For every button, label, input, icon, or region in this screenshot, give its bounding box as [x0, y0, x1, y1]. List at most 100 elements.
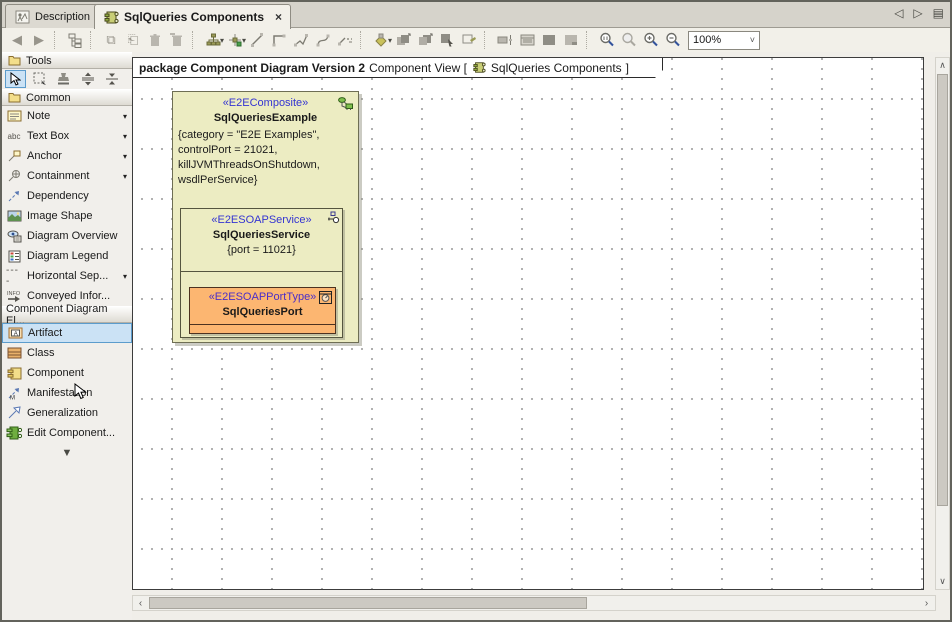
to-back-icon[interactable] [414, 30, 436, 50]
horizontal-scroll-thumb[interactable] [149, 597, 587, 609]
palette-item-artifact[interactable]: A Artifact [2, 323, 132, 343]
svg-text:A: A [13, 331, 17, 337]
porttype-element[interactable]: «E2ESOAPPortType» SqlQueriesPort [189, 287, 336, 334]
vertical-scrollbar[interactable]: ∧ ∨ [935, 57, 950, 590]
reset-style-icon[interactable] [458, 30, 480, 50]
folder-icon [6, 90, 22, 106]
zoom-level-select[interactable]: 100% ˅ [688, 31, 760, 50]
copy-icon[interactable]: ⧉ [100, 30, 122, 50]
porttype-icon [319, 291, 332, 304]
palette-item-containment[interactable]: Containment ▾ [2, 166, 132, 186]
tab-label: SqlQueries Components [124, 10, 264, 24]
marquee-select-tool[interactable] [29, 70, 50, 88]
oblique-path-icon[interactable] [246, 30, 268, 50]
back-icon[interactable]: ◀ [6, 30, 28, 50]
to-front-icon[interactable] [392, 30, 414, 50]
bent-path-icon[interactable] [290, 30, 312, 50]
zoom-out-icon[interactable] [662, 30, 684, 50]
fill-color-icon[interactable] [538, 30, 560, 50]
horizontal-scrollbar[interactable]: ‹ › [132, 595, 936, 611]
palette-item-text-box[interactable]: abc Text Box ▾ [2, 126, 132, 146]
dependency-icon [6, 188, 22, 204]
fill-color-2-icon[interactable] [560, 30, 582, 50]
zoom-in-icon[interactable] [640, 30, 662, 50]
autosize-icon[interactable] [494, 30, 516, 50]
custom-path-icon[interactable] [334, 30, 356, 50]
diagram-canvas[interactable]: package Component Diagram Version 2 Comp… [132, 57, 924, 590]
palette-item-diagram-legend[interactable]: Diagram Legend [2, 246, 132, 266]
dropdown-arrow-icon[interactable]: ▾ [123, 152, 127, 161]
diagram-tab-bar: Description SqlQueries Components × ◁ ▷ … [2, 2, 950, 28]
dropdown-arrow-icon[interactable]: ▾ [123, 112, 127, 121]
scroll-left-icon[interactable]: ‹ [133, 598, 148, 609]
text-box-icon: abc [6, 128, 22, 144]
compartments-icon[interactable] [516, 30, 538, 50]
palette-item-note[interactable]: Note ▾ [2, 106, 132, 126]
component-diagram-icon [471, 60, 487, 76]
zoom-1-1-icon[interactable] [596, 30, 618, 50]
note-icon [6, 108, 22, 124]
rectilinear-path-icon[interactable] [268, 30, 290, 50]
image-shape-icon [6, 208, 22, 224]
scroll-up-icon[interactable]: ∧ [936, 58, 949, 73]
tab-scroll-right-icon[interactable]: ▷ [913, 6, 922, 20]
scroll-right-icon[interactable]: › [919, 598, 934, 609]
toolbar-separator [586, 31, 593, 49]
vertical-spread-tool[interactable] [77, 70, 98, 88]
palette-item-horizontal-separator[interactable]: ---- Horizontal Sep... ▾ [2, 266, 132, 286]
palette-item-component[interactable]: Component [2, 363, 132, 383]
palette-item-generalization[interactable]: Generalization [2, 403, 132, 423]
zoom-level-value: 100% [693, 34, 721, 46]
svg-text:INFO: INFO [7, 291, 21, 297]
common-section-header[interactable]: Common [2, 89, 132, 106]
containment-tree-icon[interactable] [64, 30, 86, 50]
palette-item-conveyed-information[interactable]: INFO Conveyed Infor... [2, 286, 132, 306]
forward-icon[interactable]: ▶ [28, 30, 50, 50]
compartment-separator [181, 271, 342, 272]
delete-icon[interactable] [144, 30, 166, 50]
palette-item-dependency[interactable]: Dependency [2, 186, 132, 206]
dropdown-arrow-icon[interactable]: ▾ [123, 272, 127, 281]
service-element[interactable]: «E2ESOAPService» SqlQueriesService {port… [180, 208, 343, 338]
dropdown-arrow-icon[interactable]: ▾ [123, 132, 127, 141]
zoom-fit-icon[interactable] [618, 30, 640, 50]
tab-description[interactable]: Description [5, 4, 99, 28]
palette-scroll-more-icon[interactable]: ▼ [2, 447, 132, 459]
tab-list-icon[interactable]: ▤ [933, 6, 944, 20]
chevron-down-icon: ˅ [750, 35, 755, 45]
toolbar-separator [192, 31, 199, 49]
tab-scroll-left-icon[interactable]: ◁ [894, 6, 903, 20]
vertical-collapse-tool[interactable] [101, 70, 122, 88]
anchor-icon [6, 148, 22, 164]
curved-path-icon[interactable] [312, 30, 334, 50]
select-in-browser-icon[interactable] [436, 30, 458, 50]
service-stereotype: «E2ESOAPService» [181, 209, 342, 226]
palette-item-image-shape[interactable]: Image Shape [2, 206, 132, 226]
vertical-scroll-thumb[interactable] [937, 74, 948, 506]
toolbar-separator [54, 31, 61, 49]
palette-item-edit-component[interactable]: Edit Component... [2, 423, 132, 443]
tab-label: Description [35, 11, 90, 23]
property-line: controlPort = 21021, [178, 143, 353, 158]
palette-item-manifestation[interactable]: M Manifestation [2, 383, 132, 403]
scroll-down-icon[interactable]: ∨ [936, 574, 949, 589]
component-elements-section-header[interactable]: Component Diagram El... [2, 306, 132, 323]
delete-from-view-icon[interactable] [166, 30, 188, 50]
composite-element[interactable]: «E2EComposite» SqlQueriesExample {catego… [172, 91, 359, 343]
stamp-tool[interactable] [53, 70, 74, 88]
palette-item-class[interactable]: Class [2, 343, 132, 363]
tools-section-header[interactable]: Tools [2, 52, 132, 69]
main-toolbar: ◀ ▶ ⧉ ⎗ ▾ ▾ [2, 28, 950, 52]
select-cursor-tool[interactable] [5, 70, 26, 88]
dropdown-arrow-icon[interactable]: ▾ [123, 172, 127, 181]
palette-item-diagram-overview[interactable]: Diagram Overview [2, 226, 132, 246]
compartment-separator [190, 324, 335, 325]
close-tab-icon[interactable]: × [275, 10, 282, 24]
tab-sqlqueries-components[interactable]: SqlQueries Components × [94, 4, 291, 29]
conveyed-information-icon: INFO [6, 288, 22, 304]
frame-header-bracket: ] [626, 61, 629, 75]
edit-component-icon [6, 425, 22, 441]
paste-icon[interactable]: ⎗ [122, 30, 144, 50]
toolbar-separator [360, 31, 367, 49]
palette-item-anchor[interactable]: Anchor ▾ [2, 146, 132, 166]
